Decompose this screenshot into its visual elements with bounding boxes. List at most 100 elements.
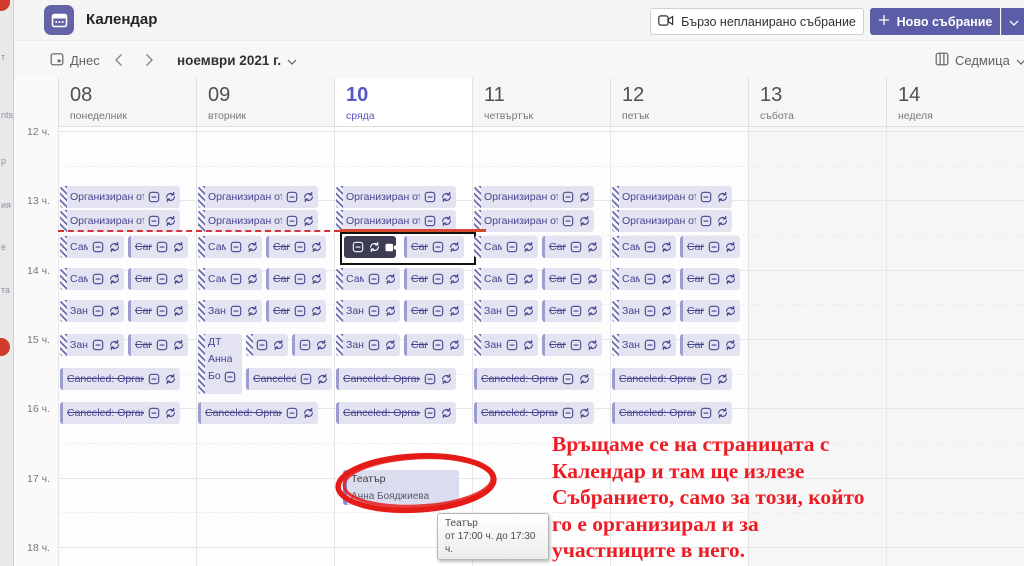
- event-chip[interactable]: Can: [680, 236, 740, 258]
- event-chip[interactable]: Организиран отд: [474, 186, 594, 208]
- event-chip[interactable]: Сам: [198, 236, 262, 258]
- event-chip[interactable]: Canceled: Органи: [612, 368, 732, 390]
- event-chip[interactable]: Can: [128, 268, 188, 290]
- event-chip[interactable]: Canceled: Органи: [474, 368, 594, 390]
- event-chip[interactable]: ДТ Анна Бо: [198, 334, 242, 394]
- event-chip[interactable]: Организиран отд: [474, 210, 594, 232]
- event-chip[interactable]: Canceled: Органи: [474, 402, 594, 424]
- event-chip[interactable]: Can: [680, 334, 740, 356]
- event-chip[interactable]: [246, 334, 288, 356]
- day-header-09[interactable]: 09 вторник: [196, 78, 334, 127]
- event-chip[interactable]: Зан: [336, 300, 400, 322]
- event-chip[interactable]: Сам: [612, 236, 676, 258]
- chevron-down-icon: [1016, 53, 1024, 68]
- event-chip[interactable]: Can: [128, 334, 188, 356]
- event-chip[interactable]: Can: [404, 300, 464, 322]
- day-header-12[interactable]: 12 петък: [610, 78, 748, 127]
- event-chip[interactable]: [292, 334, 332, 356]
- event-chip[interactable]: Зан: [60, 300, 124, 322]
- event-chip[interactable]: Зан: [60, 334, 124, 356]
- half-hour-gridline: [58, 165, 1024, 167]
- event-chip[interactable]: Зан: [474, 334, 538, 356]
- cropped-text-fragment: nts: [1, 110, 14, 120]
- event-chip[interactable]: Организиран отд: [60, 186, 180, 208]
- month-label: ноември 2021 г.: [177, 52, 282, 68]
- theatre-event-chip[interactable]: Театър Анна Бояджиева: [343, 470, 459, 505]
- month-picker[interactable]: ноември 2021 г.: [177, 41, 297, 79]
- event-chip[interactable]: Can: [404, 334, 464, 356]
- selected-event-chip[interactable]: С: [344, 236, 396, 258]
- day-name: вторник: [208, 110, 246, 122]
- event-chip[interactable]: Организиран отд: [336, 186, 456, 208]
- event-chip[interactable]: Can: [680, 268, 740, 290]
- event-chip[interactable]: Зан: [198, 300, 262, 322]
- event-chip[interactable]: Canceled: Органи: [336, 368, 456, 390]
- event-chip[interactable]: Организиран отд: [198, 210, 318, 232]
- annotation-line: Връщаме се на страницата с: [552, 432, 830, 456]
- event-label: Canceled: Органи: [205, 407, 282, 419]
- event-label: ДТ: [208, 336, 222, 348]
- event-label: Бо: [208, 370, 236, 383]
- event-chip[interactable]: Зан: [612, 334, 676, 356]
- event-chip[interactable]: Сам: [60, 236, 124, 258]
- event-chip[interactable]: Can: [542, 334, 602, 356]
- today-button[interactable]: Днес: [50, 41, 100, 79]
- day-header-11[interactable]: 11 четвъртък: [472, 78, 610, 127]
- new-meeting-dropdown[interactable]: [1001, 8, 1024, 35]
- event-chip[interactable]: Canceled: Органи: [336, 402, 456, 424]
- event-label: Сам: [208, 273, 226, 285]
- day-number: 12: [622, 84, 645, 106]
- event-chip[interactable]: Canceled: Органи: [60, 402, 180, 424]
- day-header-08[interactable]: 08 понеделник: [58, 78, 196, 127]
- event-chip[interactable]: Сам: [474, 268, 538, 290]
- week-view-icon: [935, 52, 949, 69]
- meet-now-button[interactable]: Бързо непланирано събрание: [650, 8, 864, 35]
- event-chip[interactable]: Can: [266, 300, 326, 322]
- next-week-button[interactable]: [145, 41, 154, 79]
- event-chip[interactable]: Сам: [336, 268, 400, 290]
- event-chip[interactable]: Организиран отд: [612, 186, 732, 208]
- event-chip[interactable]: Can: [542, 236, 602, 258]
- day-header-13[interactable]: 13 събота: [748, 78, 886, 127]
- event-chip[interactable]: Can: [266, 236, 326, 258]
- event-label: Can: [135, 305, 152, 317]
- day-header-10[interactable]: 10 сряда: [334, 78, 472, 127]
- new-meeting-button[interactable]: Ново събрание: [870, 8, 1000, 35]
- annotation-line: го е организирал и за: [552, 511, 759, 536]
- event-chip[interactable]: Can: [266, 268, 326, 290]
- event-chip[interactable]: Can: [404, 236, 464, 258]
- day-header-14[interactable]: 14 неделя: [886, 78, 1024, 127]
- event-label: Сам: [484, 241, 502, 253]
- event-chip[interactable]: Canceled: Органи: [60, 368, 180, 390]
- event-label: Организиран отд: [346, 215, 420, 227]
- view-switcher[interactable]: Седмица: [935, 41, 1024, 79]
- event-chip[interactable]: Can: [542, 268, 602, 290]
- event-chip[interactable]: Can: [128, 300, 188, 322]
- event-chip[interactable]: Организиран отд: [612, 210, 732, 232]
- event-chip[interactable]: Can: [680, 300, 740, 322]
- event-label: Сам: [484, 273, 502, 285]
- event-chip[interactable]: Организиран отд: [60, 210, 180, 232]
- event-chip[interactable]: Зан: [336, 334, 400, 356]
- red-blob-bottom: [0, 338, 10, 356]
- event-label: Can: [549, 305, 566, 317]
- event-chip[interactable]: Can: [542, 300, 602, 322]
- event-chip[interactable]: Canceled: Органи: [198, 402, 318, 424]
- today-label: Днес: [70, 52, 100, 68]
- event-chip[interactable]: Сам: [60, 268, 124, 290]
- event-chip[interactable]: Сам: [612, 268, 676, 290]
- event-chip[interactable]: Зан: [612, 300, 676, 322]
- event-chip[interactable]: Can: [128, 236, 188, 258]
- event-chip[interactable]: Зан: [474, 300, 538, 322]
- event-chip[interactable]: Can: [404, 268, 464, 290]
- event-chip[interactable]: Организиран отд: [198, 186, 318, 208]
- prev-week-button[interactable]: [114, 41, 123, 79]
- plus-icon: [878, 14, 890, 29]
- event-label: Can: [687, 241, 704, 253]
- event-label: Can: [687, 339, 704, 351]
- event-chip[interactable]: Canceled: Органи: [612, 402, 732, 424]
- annotation-line: Събранието, само за този, който: [552, 485, 865, 509]
- event-chip[interactable]: Сам: [198, 268, 262, 290]
- event-chip[interactable]: Сам: [474, 236, 538, 258]
- event-chip[interactable]: Canceled: Органи: [246, 368, 332, 390]
